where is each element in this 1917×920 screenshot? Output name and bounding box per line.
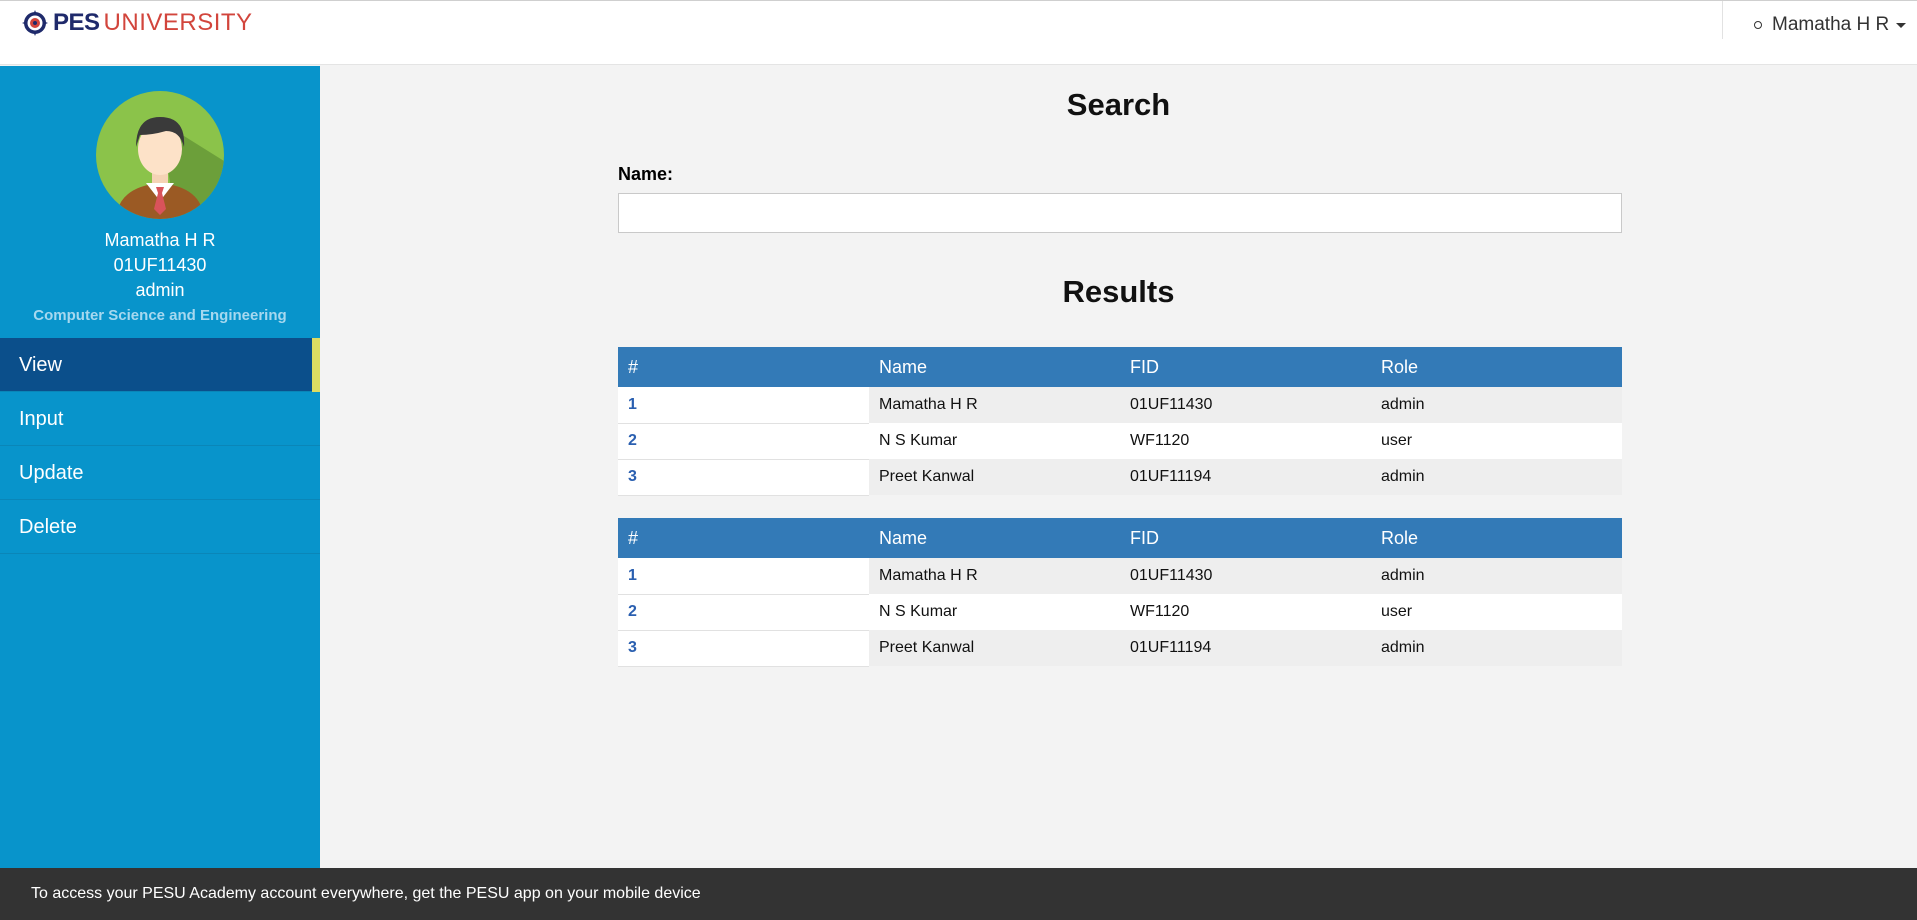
table-row: 3 Preet Kanwal 01UF11194 admin [618, 630, 1622, 667]
row-name: N S Kumar [869, 423, 1120, 459]
row-fid: 01UF11194 [1120, 459, 1371, 495]
sidebar-item-delete[interactable]: Delete [0, 500, 320, 554]
column-header-name: Name [869, 347, 1120, 387]
user-dropdown-menu[interactable]: Mamatha H R [1754, 14, 1907, 36]
sidebar-item-update[interactable]: Update [0, 446, 320, 500]
profile-role: admin [135, 280, 185, 300]
header-divider [1722, 1, 1723, 39]
row-role: admin [1371, 387, 1622, 423]
sidebar-item-input[interactable]: Input [0, 392, 320, 446]
sidebar-item-view[interactable]: View [0, 338, 320, 392]
column-header-name: Name [869, 518, 1120, 558]
name-search-input[interactable] [618, 193, 1622, 233]
row-name: Preet Kanwal [869, 459, 1120, 495]
sidebar-nav: View Input Update Delete [0, 338, 320, 554]
search-title: Search [1066, 87, 1171, 122]
column-header-fid: FID [1120, 518, 1371, 558]
results-table: # Name FID Role 1 Mamatha H R 01UF11430 … [618, 347, 1622, 496]
row-index-link[interactable]: 3 [618, 630, 869, 667]
row-name: Mamatha H R [869, 387, 1120, 423]
row-fid: 01UF11430 [1120, 387, 1371, 423]
row-fid: 01UF11194 [1120, 630, 1371, 666]
caret-down-icon [1896, 22, 1907, 28]
table-row: 2 N S Kumar WF1120 user [618, 594, 1622, 631]
column-header-fid: FID [1120, 347, 1371, 387]
logo-university-text: UNIVERSITY [103, 9, 253, 36]
row-index-link[interactable]: 1 [618, 558, 869, 595]
table-row: 1 Mamatha H R 01UF11430 admin [618, 387, 1622, 424]
logo-pes-text: PES [53, 9, 100, 36]
row-name: Preet Kanwal [869, 630, 1120, 666]
row-index-link[interactable]: 2 [618, 594, 869, 631]
sidebar: Mamatha H R 01UF11430 admin Computer Sci… [0, 66, 320, 868]
row-name: Mamatha H R [869, 558, 1120, 594]
row-index-link[interactable]: 1 [618, 387, 869, 424]
table-row: 3 Preet Kanwal 01UF11194 admin [618, 459, 1622, 496]
row-role: user [1371, 423, 1622, 459]
user-menu-name: Mamatha H R [1772, 14, 1890, 35]
pes-university-logo[interactable]: PES UNIVERSITY [22, 9, 253, 37]
male-user-avatar-icon [96, 91, 224, 219]
profile-id: 01UF11430 [113, 255, 207, 275]
row-role: admin [1371, 459, 1622, 495]
column-header-index: # [618, 347, 869, 387]
table-header-row: # Name FID Role [618, 347, 1622, 387]
row-fid: WF1120 [1120, 423, 1371, 459]
profile-department: Computer Science and Engineering [33, 307, 287, 324]
table-row: 2 N S Kumar WF1120 user [618, 423, 1622, 460]
column-header-role: Role [1371, 347, 1622, 387]
row-role: user [1371, 594, 1622, 630]
row-fid: WF1120 [1120, 594, 1371, 630]
table-header-row: # Name FID Role [618, 518, 1622, 558]
row-role: admin [1371, 630, 1622, 666]
row-fid: 01UF11430 [1120, 558, 1371, 594]
pes-compass-icon [22, 10, 48, 36]
results-table: # Name FID Role 1 Mamatha H R 01UF11430 … [618, 518, 1622, 667]
table-row: 1 Mamatha H R 01UF11430 admin [618, 558, 1622, 595]
row-role: admin [1371, 558, 1622, 594]
row-name: N S Kumar [869, 594, 1120, 630]
column-header-index: # [618, 518, 869, 558]
column-header-role: Role [1371, 518, 1622, 558]
results-title: Results [1062, 274, 1175, 309]
top-header: PES UNIVERSITY Mamatha H R [0, 0, 1917, 65]
name-label: Name: [618, 164, 674, 184]
row-index-link[interactable]: 3 [618, 459, 869, 496]
profile-name: Mamatha H R [104, 230, 216, 250]
circle-icon [1754, 21, 1762, 29]
row-index-link[interactable]: 2 [618, 423, 869, 460]
app-download-banner: To access your PESU Academy account ever… [0, 868, 1917, 920]
